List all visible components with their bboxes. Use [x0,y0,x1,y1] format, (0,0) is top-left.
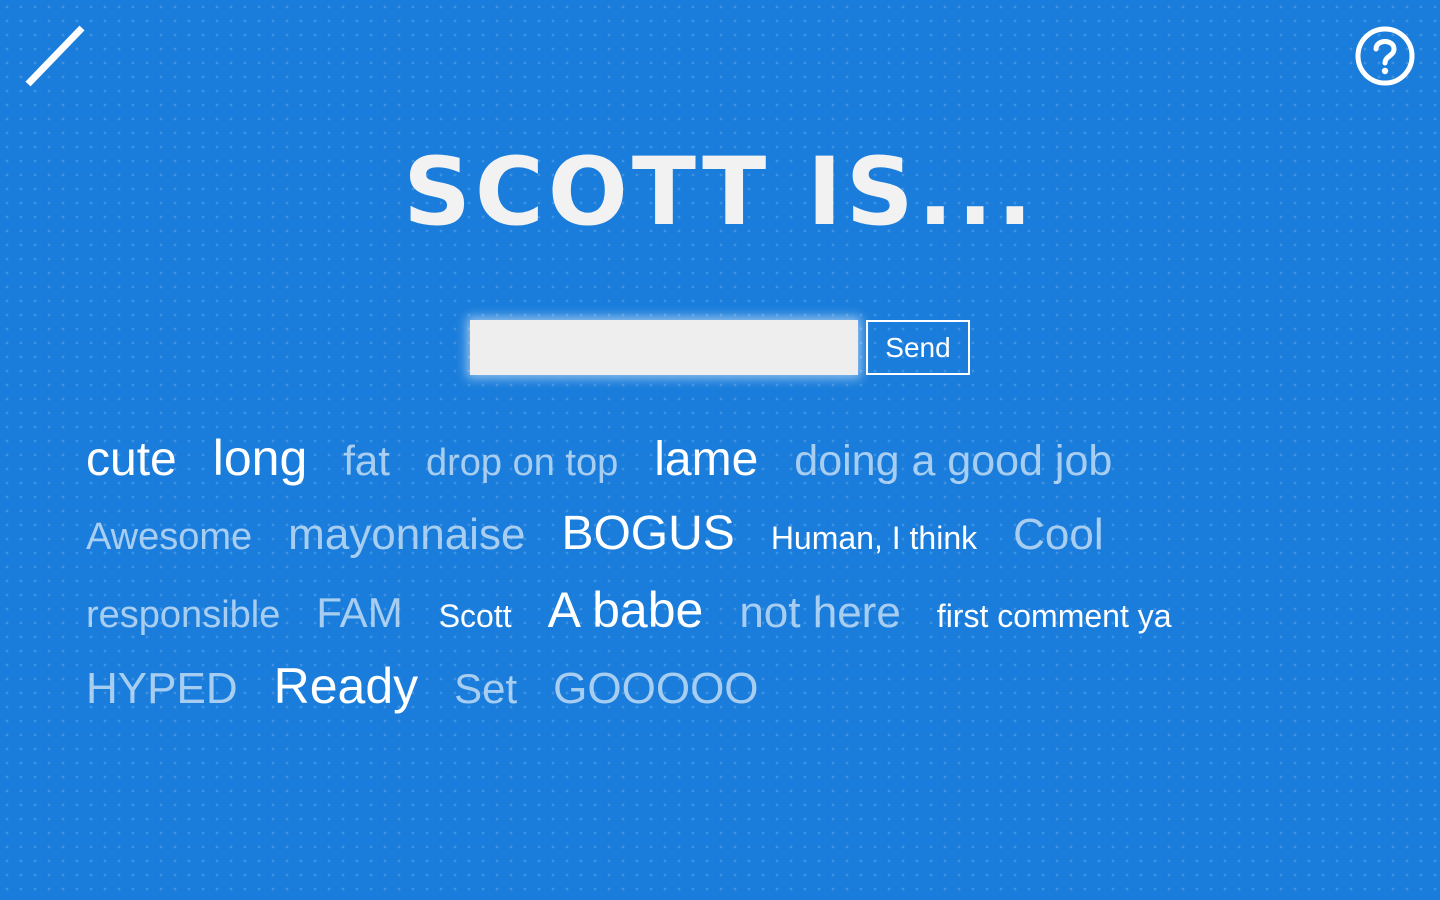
word-row: HYPED Ready Set GOOOOO [86,648,1346,724]
word-item: responsible [86,594,281,636]
word-item: lame [654,433,759,486]
word-item: fat [343,437,390,484]
word-item: FAM [316,589,403,636]
word-row: Awesome mayonnaise BOGUS Human, I think Cool [86,496,1346,572]
word-item: first comment ya [936,598,1172,634]
word-cloud: cute long fat drop on top lame doing a good j… [86,420,1346,724]
word-item: cute [86,433,177,486]
slash-logo-icon[interactable] [24,24,86,88]
word-item: HYPED [86,664,238,713]
word-item: A babe [547,582,704,638]
word-item: drop on top [425,442,619,484]
help-circle-icon[interactable] [1354,25,1416,87]
word-item: mayonnaise [288,510,526,559]
word-item: not here [739,588,901,637]
send-button[interactable]: Send [866,320,970,375]
word-item: Set [454,665,518,712]
word-row: cute long fat drop on top lame doing a good j… [86,420,1346,496]
word-input[interactable] [470,320,858,375]
word-item: Scott [438,598,512,634]
word-item: Ready [273,658,419,714]
word-item: doing a good job [794,437,1113,485]
word-item: Cool [1013,510,1104,559]
word-item: long [212,430,308,486]
page-title: SCOTT IS... [403,138,1037,247]
word-item: GOOOOO [553,664,759,713]
word-item: BOGUS [561,507,735,560]
word-item: Human, I think [770,520,978,556]
word-row: responsible FAM Scott A babe not here first c… [86,572,1346,648]
word-item: Awesome [86,516,253,558]
